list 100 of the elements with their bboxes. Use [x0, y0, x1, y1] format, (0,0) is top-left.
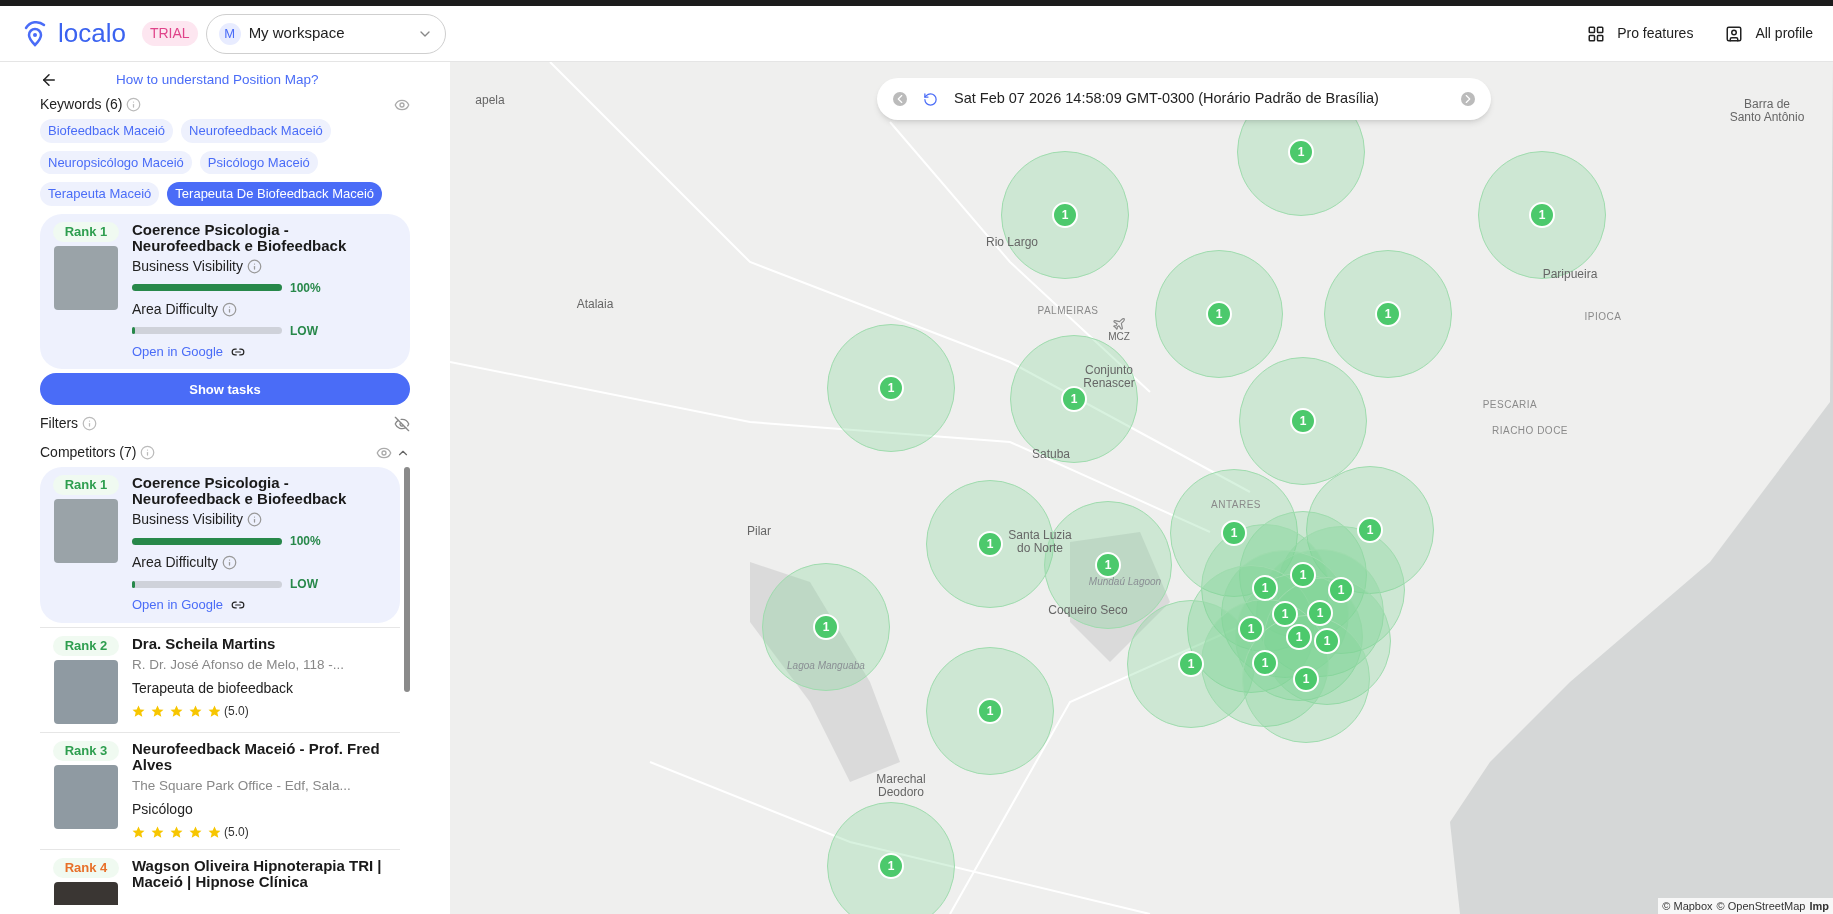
progress-reading: 100% — [290, 279, 321, 297]
rank-marker[interactable]: 1 — [1061, 386, 1087, 412]
info-icon[interactable] — [222, 301, 238, 317]
info-icon[interactable] — [247, 512, 262, 528]
business-name: Coerence Psicologia - Neurofeedback e Biofeedback — [132, 475, 348, 508]
photo-placeholder — [54, 764, 118, 829]
next-button[interactable] — [1461, 92, 1475, 106]
rank-marker[interactable]: 1 — [1288, 139, 1314, 165]
business-address: The Square Park Office - Edf, Sala... — [132, 776, 352, 795]
rank-marker[interactable]: 1 — [1286, 624, 1312, 650]
keyword-chip[interactable]: Terapeuta De Biofeedback Maceió — [167, 182, 383, 206]
rank-marker[interactable]: 1 — [977, 698, 1003, 724]
plan-badge: TRIAL — [141, 21, 198, 46]
rank-marker[interactable]: 1 — [1221, 520, 1247, 546]
rank-marker[interactable]: 1 — [1238, 616, 1264, 642]
rank-marker[interactable]: 1 — [1293, 666, 1319, 692]
attribution-link[interactable]: © Mapbox — [1662, 897, 1713, 914]
place-label: apela — [474, 94, 506, 107]
business-category: Psicólogo — [132, 800, 194, 819]
business-address: R. Dr. José Afonso de Melo, 118 -... — [132, 655, 345, 674]
rank-marker[interactable]: 1 — [1314, 628, 1340, 654]
progress-reading: LOW — [290, 576, 318, 594]
workspace-avatar: M — [218, 22, 241, 45]
info-icon[interactable] — [82, 416, 98, 432]
rank-badge: Rank 2 — [52, 635, 120, 656]
rating-value: (5.0) — [224, 824, 249, 841]
open-google-link[interactable]: Open in Google — [132, 341, 224, 362]
place-label: MCZ — [1107, 330, 1131, 343]
place-label: IPIOCA — [1583, 310, 1623, 323]
place-label: RIACHO DOCE — [1490, 424, 1570, 437]
rank-badge: Rank 4 — [52, 858, 120, 878]
rank-marker[interactable]: 1 — [1252, 575, 1278, 601]
rank-marker[interactable]: 1 — [1328, 577, 1354, 603]
airport-icon — [1112, 317, 1126, 331]
photo-placeholder — [54, 659, 118, 724]
photo-placeholder — [54, 499, 118, 564]
place-label: Coqueiro Seco — [1048, 604, 1128, 617]
metric-label: Area Difficulty — [132, 553, 219, 573]
attribution-link[interactable]: © OpenStreetMap — [1716, 897, 1806, 914]
progress-reading: 100% — [290, 533, 321, 551]
header-action[interactable]: Pro features — [1587, 23, 1694, 44]
place-label: ANTARES — [1210, 498, 1262, 511]
place-label: Barra de Santo Antônio — [1728, 98, 1806, 124]
rating-value: (5.0) — [224, 703, 249, 720]
info-icon[interactable] — [140, 445, 156, 461]
rank-marker[interactable]: 1 — [878, 375, 904, 401]
rank-marker[interactable]: 1 — [1290, 562, 1316, 588]
place-label: Satuba — [1030, 448, 1071, 461]
business-category: Terapeuta de biofeedback — [132, 679, 295, 698]
link-icon[interactable] — [231, 598, 246, 612]
rank-marker[interactable]: 1 — [977, 531, 1003, 557]
rank-marker[interactable]: 1 — [1307, 600, 1333, 626]
previous-button[interactable] — [893, 92, 907, 106]
photo-placeholder — [54, 245, 118, 310]
business-name: Coerence Psicologia - Neurofeedback e Biofeedback — [132, 221, 348, 254]
rank-marker[interactable]: 1 — [1529, 202, 1555, 228]
keyword-chip[interactable]: Psicólogo Maceió — [199, 150, 318, 175]
rank-badge: Rank 3 — [52, 740, 120, 761]
place-label: PESCARIA — [1481, 398, 1539, 411]
info-icon[interactable] — [247, 258, 262, 274]
open-google-link[interactable]: Open in Google — [132, 595, 224, 615]
rank-marker[interactable]: 1 — [878, 853, 904, 879]
competitor-card[interactable]: Rank 4 Wagson Oliveira Hipnoterapia TRI | Maceió | Hipnose Clínica — [40, 849, 400, 905]
business-card[interactable]: Rank 1 Coerence Psicologia - Neurofeedback e Biofeedback Business Visibility 100% Area Difficulty LOW Open in Google — [40, 467, 400, 623]
rank-marker[interactable]: 1 — [1252, 650, 1278, 676]
info-icon[interactable] — [222, 555, 238, 571]
help-link[interactable]: How to understand Position Map? — [116, 70, 319, 91]
keyword-chip[interactable]: Neurofeedback Maceió — [181, 119, 331, 143]
rank-marker[interactable]: 1 — [1052, 202, 1078, 228]
info-icon[interactable] — [126, 97, 142, 113]
rank-marker[interactable]: 1 — [1178, 651, 1204, 677]
keyword-chip[interactable]: Neuropsicólogo Maceió — [40, 150, 192, 175]
keyword-chip[interactable]: Biofeedback Maceió — [40, 119, 174, 143]
place-label: Mundaú Lagoon — [1087, 575, 1163, 588]
rank-marker[interactable]: 1 — [1272, 601, 1298, 627]
keyword-chip[interactable]: Terapeuta Maceió — [40, 182, 160, 206]
rank-marker[interactable]: 1 — [1206, 301, 1232, 327]
history-icon[interactable] — [923, 91, 938, 107]
business-name: Dra. Scheila Martins — [132, 635, 277, 652]
header-action[interactable]: All profile — [1725, 23, 1813, 44]
place-label: Rio Largo — [985, 236, 1039, 249]
place-label: Lagoa Manguaba — [786, 659, 866, 672]
attribution-link[interactable]: Imp — [1809, 897, 1829, 914]
business-name: Neurofeedback Maceió - Prof. Fred Alves — [132, 740, 381, 773]
rank-marker[interactable]: 1 — [1375, 301, 1401, 327]
rank-badge: Rank 1 — [52, 475, 120, 496]
profile-icon — [1725, 24, 1744, 43]
rank-marker[interactable]: 1 — [1357, 517, 1383, 543]
business-card[interactable]: Rank 1 Coerence Psicologia - Neurofeedback e Biofeedback Business Visibility 100% Area Difficulty LOW Open in Google — [40, 213, 410, 370]
progress-reading: LOW — [290, 322, 318, 340]
place-label: Paripueira — [1541, 268, 1599, 281]
show-tasks-button[interactable]: Show tasks — [40, 373, 410, 406]
timestamp: Sat Feb 07 2026 14:58:09 GMT-0300 (Horário Padrão de Brasília) — [954, 89, 1380, 109]
metric-label: Area Difficulty — [132, 299, 219, 319]
eye-off-icon[interactable] — [394, 415, 410, 432]
metric-label: Business Visibility — [132, 510, 243, 530]
grid-icon — [1587, 24, 1606, 43]
rank-marker[interactable]: 1 — [1290, 408, 1316, 434]
section-title: Keywords (6) — [40, 95, 123, 115]
section-title: Competitors (7) — [40, 443, 137, 463]
